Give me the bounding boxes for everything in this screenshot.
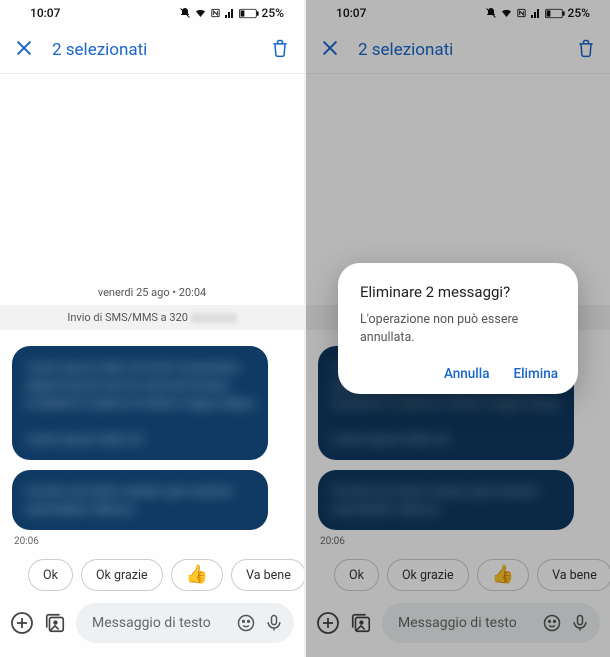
signal-icon (224, 7, 236, 19)
dialog-cancel-button[interactable]: Annulla (444, 366, 490, 382)
delete-icon[interactable] (270, 38, 290, 62)
confirm-delete-dialog: Eliminare 2 messaggi? L'operazione non p… (338, 263, 578, 394)
close-icon[interactable] (14, 38, 34, 62)
dialog-body: L'operazione non può essere annullata. (360, 311, 558, 346)
sms-recipient-line: Invio di SMS/MMS a 320 (0, 305, 304, 330)
selection-toolbar: 2 selezionati (306, 26, 610, 74)
suggestion-row: Ok Ok grazie 👍 Va bene (306, 553, 610, 597)
gallery-icon[interactable] (350, 612, 372, 634)
mute-icon (179, 7, 191, 19)
battery-icon (239, 8, 259, 19)
redacted-number (191, 313, 237, 323)
wifi-icon (500, 7, 513, 19)
status-right: 25% (179, 6, 284, 20)
suggestion-chip-ok-thanks[interactable]: Ok grazie (387, 559, 469, 591)
signal-icon (530, 7, 542, 19)
selection-toolbar: 2 selezionati (0, 26, 304, 74)
date-stamp: venerdì 25 ago • 20:04 (0, 286, 304, 299)
emoji-icon[interactable] (542, 613, 562, 633)
add-icon[interactable] (316, 611, 340, 635)
battery-icon (545, 8, 565, 19)
phone-screen-left: 10:07 25% 2 selezionati venerdì 25 ago •… (0, 0, 304, 657)
message-bubble[interactable]: Ut enim ad minim veniam quis nostrud exe… (12, 470, 268, 530)
selection-title: 2 selezionati (52, 40, 252, 60)
suggestion-chip-thumbs[interactable]: 👍 (477, 559, 529, 591)
suggestion-chip-thumbs[interactable]: 👍 (171, 559, 223, 591)
compose-row: Messaggio di testo (0, 597, 304, 653)
selection-title: 2 selezionati (358, 40, 558, 60)
phone-screen-right: 10:07 25% 2 selezionati venerdì 25 ago •… (306, 0, 610, 657)
message-bubble[interactable]: Ut enim ad minim veniam quis nostrud exe… (318, 470, 574, 530)
status-right: 25% (485, 6, 590, 20)
message-time: 20:06 (320, 536, 610, 547)
compose-row: Messaggio di testo (306, 597, 610, 653)
dialog-title: Eliminare 2 messaggi? (360, 283, 558, 301)
conversation-area: venerdì 25 ago • 20:04 Invio di SMS/MMS … (0, 74, 304, 657)
dialog-actions: Annulla Elimina (360, 366, 558, 382)
mute-icon (485, 7, 497, 19)
status-bar: 10:07 25% (306, 0, 610, 26)
add-icon[interactable] (10, 611, 34, 635)
message-bubble[interactable]: Lorem ipsum dolor sit amet consectetur a… (12, 346, 268, 460)
mic-icon[interactable] (264, 613, 284, 633)
delete-icon[interactable] (576, 38, 596, 62)
suggestion-row: Ok Ok grazie 👍 Va bene (0, 553, 304, 597)
suggestion-chip-va-bene[interactable]: Va bene (537, 559, 610, 591)
suggestion-chip-ok-thanks[interactable]: Ok grazie (81, 559, 163, 591)
status-time: 10:07 (30, 6, 60, 20)
compose-input[interactable]: Messaggio di testo (382, 603, 600, 643)
wifi-icon (194, 7, 207, 19)
suggestion-chip-va-bene[interactable]: Va bene (231, 559, 304, 591)
gallery-icon[interactable] (44, 612, 66, 634)
battery-text: 25% (262, 6, 284, 20)
close-icon[interactable] (320, 38, 340, 62)
status-time: 10:07 (336, 6, 366, 20)
dialog-confirm-button[interactable]: Elimina (513, 366, 558, 382)
compose-placeholder: Messaggio di testo (398, 615, 534, 631)
battery-text: 25% (568, 6, 590, 20)
compose-input[interactable]: Messaggio di testo (76, 603, 294, 643)
mic-icon[interactable] (570, 613, 590, 633)
message-time: 20:06 (14, 536, 304, 547)
nfc-icon (516, 7, 527, 19)
status-bar: 10:07 25% (0, 0, 304, 26)
nfc-icon (210, 7, 221, 19)
suggestion-chip-ok[interactable]: Ok (334, 559, 379, 591)
suggestion-chip-ok[interactable]: Ok (28, 559, 73, 591)
emoji-icon[interactable] (236, 613, 256, 633)
compose-placeholder: Messaggio di testo (92, 615, 228, 631)
